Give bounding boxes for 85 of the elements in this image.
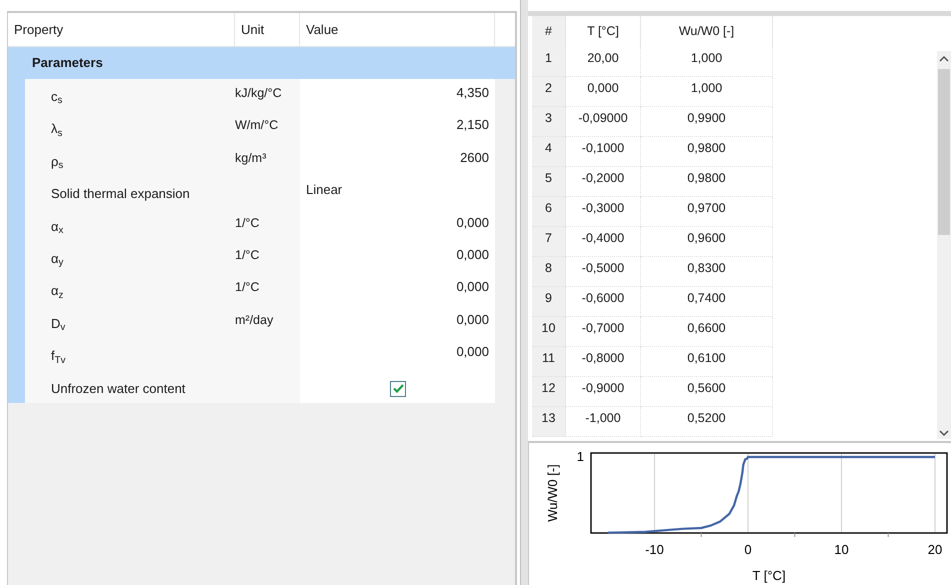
row-number: 1 (545, 50, 552, 67)
property-name: f$_{Tv}$ (51, 348, 66, 364)
row-number: 11 (542, 350, 555, 367)
value-cell[interactable]: 0,000 (456, 244, 489, 264)
x-tick-label: -10 (645, 542, 664, 557)
value-cell[interactable]: 0,000 (456, 212, 489, 232)
value-cell[interactable]: 4,350 (456, 83, 489, 102)
table-cell-text: -0,7000 (582, 320, 624, 337)
table-cell-text: 0,6600 (687, 320, 726, 337)
value-cell[interactable]: 2600 (460, 148, 489, 168)
column-header[interactable]: Unit (235, 13, 300, 46)
table-cell-text: -0,5000 (582, 260, 624, 277)
scroll-thumb[interactable] (938, 69, 950, 235)
table-cell-text: -0,2000 (582, 170, 624, 187)
table-cell-text: -0,4000 (582, 230, 624, 247)
property-name: λ$_{s}$ (51, 121, 62, 136)
table-cell-text: -1,000 (585, 410, 621, 427)
table-cell-text: 0,9800 (687, 140, 726, 157)
table-cell-text: -0,3000 (582, 200, 624, 217)
table-cell-text: -0,8000 (582, 350, 624, 367)
column-header[interactable]: Property (8, 13, 235, 46)
table-cell-text: 0,7400 (687, 290, 726, 307)
row-number: 3 (545, 110, 552, 127)
x-tick-label: 20 (928, 542, 942, 557)
property-name: Unfrozen water content (51, 380, 186, 396)
row-number: 12 (542, 380, 556, 397)
unit-label: W/m/°C (235, 118, 278, 132)
chevron-down-icon[interactable] (939, 429, 949, 437)
property-name: c$_{s}$ (51, 89, 62, 104)
value-cell[interactable]: 0,000 (456, 342, 489, 362)
table-cell-text: -0,6000 (582, 290, 624, 307)
row-number: 5 (545, 170, 552, 187)
table-cell-text: 0,9900 (687, 110, 726, 127)
table-cell-text: 1,000 (690, 80, 722, 97)
row-number: 8 (545, 260, 552, 277)
column-header[interactable]: T [°C] (566, 16, 641, 47)
table-cell-text: 0,000 (587, 80, 619, 97)
column-header[interactable]: # (532, 16, 566, 47)
unit-label: kJ/kg/°C (235, 86, 282, 100)
table-cell-text: 0,5600 (687, 380, 726, 397)
table-cell-text: 0,8300 (687, 260, 726, 277)
table-cell-text: -0,9000 (582, 380, 624, 397)
property-name: D$_{v}$ (51, 316, 66, 331)
table-cell-text: 0,9700 (687, 200, 726, 217)
property-name: α$_{x}$ (51, 218, 64, 234)
row-number: 7 (545, 230, 552, 247)
group-row[interactable]: Parameters (8, 47, 515, 79)
value-cell[interactable]: 0,000 (456, 277, 489, 297)
x-axis-label: T [°C] (752, 568, 786, 583)
y-tick-label: 1 (576, 449, 584, 464)
table-cell-text: 20,00 (587, 50, 619, 67)
unit-label: kg/m³ (235, 150, 266, 165)
row-number: 2 (545, 80, 552, 97)
x-tick-label: 10 (834, 542, 849, 557)
row-number: 6 (545, 200, 552, 217)
column-header[interactable]: Wu/W0 [-] (641, 16, 773, 47)
unit-label: m²/day (235, 312, 274, 327)
checkbox[interactable] (390, 380, 406, 397)
table-cell-text: 1,000 (690, 50, 722, 67)
property-name: ρ$_{s}$ (51, 154, 64, 169)
chevron-up-icon[interactable] (939, 55, 949, 63)
unit-label: 1/°C (235, 216, 260, 230)
row-number: 4 (545, 140, 552, 157)
table-cell-text: 0,5200 (687, 410, 726, 427)
value-cell[interactable]: Linear (306, 180, 342, 200)
table-cell-text: 0,9600 (687, 230, 726, 247)
property-name: α$_{y}$ (51, 250, 64, 266)
row-number: 9 (545, 290, 552, 307)
column-header[interactable]: Value (300, 13, 495, 46)
value-cell[interactable]: 0,000 (456, 310, 489, 330)
property-name: Solid thermal expansion (51, 186, 190, 202)
table-cell-text: -0,1000 (582, 140, 624, 157)
y-axis-label: Wu/W0 [-] (545, 464, 560, 522)
scrollbar[interactable] (937, 51, 951, 439)
row-number: 13 (542, 410, 556, 427)
property-name: α$_{z}$ (51, 283, 64, 298)
check-icon (392, 384, 404, 394)
x-tick-label: 0 (744, 542, 752, 557)
unit-label: 1/°C (235, 280, 260, 294)
table-cell-text: -0,09000 (578, 110, 628, 127)
row-number: 10 (542, 320, 556, 337)
value-cell[interactable]: 2,150 (456, 115, 489, 135)
unit-label: 1/°C (235, 248, 260, 262)
table-cell-text: 0,6100 (687, 350, 726, 367)
table-cell-text: 0,9800 (687, 170, 726, 187)
